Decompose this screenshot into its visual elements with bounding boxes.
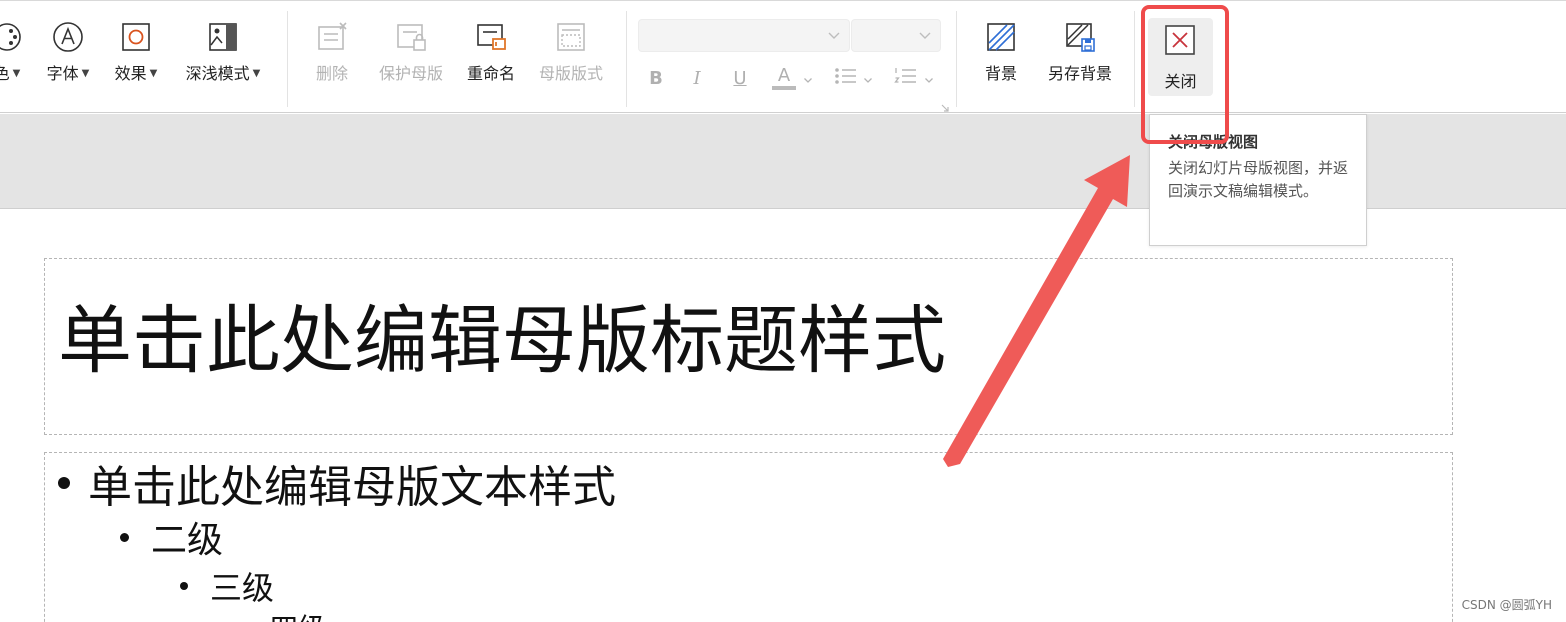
save-background-label: 另存背景 <box>1047 64 1112 83</box>
bullet-dot <box>58 477 70 489</box>
font-color-label: A <box>777 64 791 86</box>
tooltip-description: 关闭幻灯片母版视图，并返回演示文稿编辑模式。 <box>1168 159 1349 200</box>
effects-button[interactable]: 效果 ▼ <box>108 1 164 114</box>
chevron-down-icon <box>827 27 841 46</box>
watermark: CSDN @圆弧YH <box>1461 598 1552 612</box>
palette-icon <box>0 21 23 53</box>
protect-master-button[interactable]: 保护母版 <box>372 1 450 114</box>
chevron-down-icon: ▼ <box>149 68 158 79</box>
bullet-text-level-1: 单击此处编辑母版文本样式 <box>88 462 616 513</box>
master-layout-button[interactable]: 母版版式 <box>532 1 610 114</box>
chevron-down-icon: ▼ <box>81 68 90 79</box>
numbered-list-icon <box>894 66 918 91</box>
rename-label: 重命名 <box>466 64 515 83</box>
slide-title: 单击此处编辑母版标题样式 <box>58 298 946 384</box>
bullet-text-level-2: 二级 <box>151 520 224 561</box>
bullet-list-icon <box>834 66 858 91</box>
ribbon-divider <box>1134 11 1135 107</box>
chevron-down-icon <box>924 70 934 89</box>
color-mode-button[interactable]: 深浅模式 ▼ <box>177 1 269 114</box>
bullet-level-4: 四级 <box>241 610 326 622</box>
background-icon <box>985 21 1017 53</box>
bold-button[interactable]: B <box>644 65 668 91</box>
bullet-list-button[interactable] <box>832 65 860 91</box>
save-background-button[interactable]: 另存背景 <box>1040 1 1120 114</box>
underline-button[interactable]: U <box>728 65 752 91</box>
bullet-text-level-3: 三级 <box>210 569 275 607</box>
effects-label: 效果 <box>114 64 147 83</box>
numbered-list-button[interactable] <box>892 65 920 91</box>
delete-slide-icon <box>316 21 348 53</box>
chevron-down-icon: ▼ <box>252 68 261 79</box>
font-icon <box>52 21 84 53</box>
font-label: 字体 <box>46 64 79 83</box>
rename-button[interactable]: 重命名 <box>462 1 520 114</box>
bullet-level-3: 三级 <box>180 567 274 607</box>
bullet-text-level-4: 四级 <box>270 607 326 622</box>
effects-icon <box>120 21 152 53</box>
font-color-button[interactable]: A <box>771 65 797 91</box>
layout-icon <box>555 21 587 53</box>
save-background-icon <box>1064 21 1096 53</box>
highlight-box <box>1141 5 1229 144</box>
delete-label: 删除 <box>315 64 348 83</box>
background-button[interactable]: 背景 <box>980 1 1022 114</box>
light-dark-mode-icon <box>207 21 239 53</box>
font-name-combo[interactable] <box>638 19 850 52</box>
ribbon-divider <box>287 11 288 107</box>
protect-label: 保护母版 <box>378 64 443 83</box>
color-button[interactable]: 色 ▼ <box>0 1 30 114</box>
chevron-down-icon: ▼ <box>12 68 21 79</box>
ribbon-divider <box>626 11 627 107</box>
bullet-dot <box>120 532 129 542</box>
font-button[interactable]: 字体 ▼ <box>40 1 96 114</box>
italic-button[interactable]: I <box>685 65 709 91</box>
ribbon-toolbar: 色 ▼ 字体 ▼ 效果 ▼ 深浅模式 ▼ 删除 保护母版 重命名 母版版式 B … <box>0 0 1566 113</box>
chevron-down-icon <box>863 70 873 89</box>
layout-label: 母版版式 <box>538 64 603 83</box>
color-mode-label: 深浅模式 <box>185 64 250 83</box>
ribbon-divider <box>956 11 957 107</box>
font-color-bar <box>772 85 796 90</box>
chevron-down-icon <box>803 70 813 89</box>
color-label: 色 <box>0 64 10 83</box>
bullet-level-1: 单击此处编辑母版文本样式 <box>58 458 616 513</box>
bullet-dot <box>180 582 188 590</box>
background-label: 背景 <box>984 64 1017 83</box>
chevron-down-icon <box>918 27 932 46</box>
font-size-combo[interactable] <box>851 19 941 52</box>
rename-icon <box>475 21 507 53</box>
delete-master-button[interactable]: 删除 <box>308 1 356 114</box>
lock-slide-icon <box>395 21 427 53</box>
bullet-level-2: 二级 <box>120 516 223 561</box>
